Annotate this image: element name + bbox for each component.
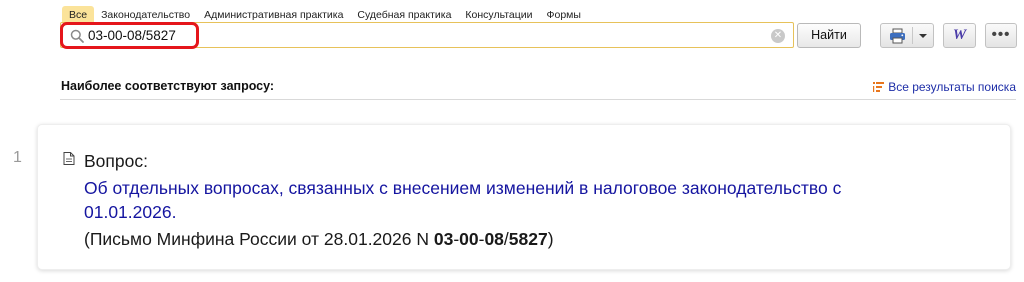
- result-title-link[interactable]: Об отдельных вопросах, связанных с внесе…: [84, 176, 844, 224]
- search-input[interactable]: [88, 25, 758, 45]
- result-source: (Письмо Минфина России от 28.01.2026 N 0…: [84, 229, 554, 250]
- tab-forms[interactable]: Формы: [540, 6, 588, 23]
- source-match-part: 5827: [508, 229, 548, 249]
- result-kind-label: Вопрос:: [84, 151, 148, 171]
- tab-consultations[interactable]: Консультации: [458, 6, 539, 23]
- more-icon: •••: [991, 26, 1011, 43]
- result-list-icon: [873, 81, 885, 92]
- word-icon: W: [952, 27, 967, 43]
- source-match-part: 08: [484, 229, 504, 249]
- tab-administrative-practice[interactable]: Административная практика: [197, 6, 350, 23]
- tab-all[interactable]: Все: [62, 6, 95, 23]
- print-button-divider: [912, 27, 913, 44]
- tab-court-practice[interactable]: Судебная практика: [350, 6, 458, 23]
- source-match-part: 00: [459, 229, 479, 249]
- search-icon: [70, 29, 84, 43]
- result-number: 1: [13, 149, 22, 166]
- print-button[interactable]: [880, 23, 934, 48]
- more-button[interactable]: •••: [985, 23, 1017, 48]
- tab-legislation[interactable]: Законодательство: [94, 6, 197, 23]
- find-button[interactable]: Найти: [797, 23, 861, 48]
- source-suffix: ): [547, 229, 554, 249]
- source-prefix: (Письмо Минфина России от 28.01.2026 N: [84, 229, 434, 249]
- chevron-down-icon[interactable]: [919, 34, 927, 38]
- printer-icon: [890, 28, 905, 44]
- search-scope-tabs: Все Законодательство Административная пр…: [62, 6, 588, 23]
- section-divider: [60, 99, 1016, 100]
- all-results-label[interactable]: Все результаты поиска: [888, 80, 1016, 94]
- all-results-link[interactable]: Все результаты поиска: [873, 80, 1016, 94]
- document-icon: [63, 152, 75, 165]
- export-word-button[interactable]: W: [943, 23, 976, 48]
- clear-search-icon[interactable]: ✕: [771, 29, 785, 43]
- section-title: Наиболее соответствуют запросу:: [61, 79, 275, 93]
- source-match-part: 03: [433, 229, 454, 249]
